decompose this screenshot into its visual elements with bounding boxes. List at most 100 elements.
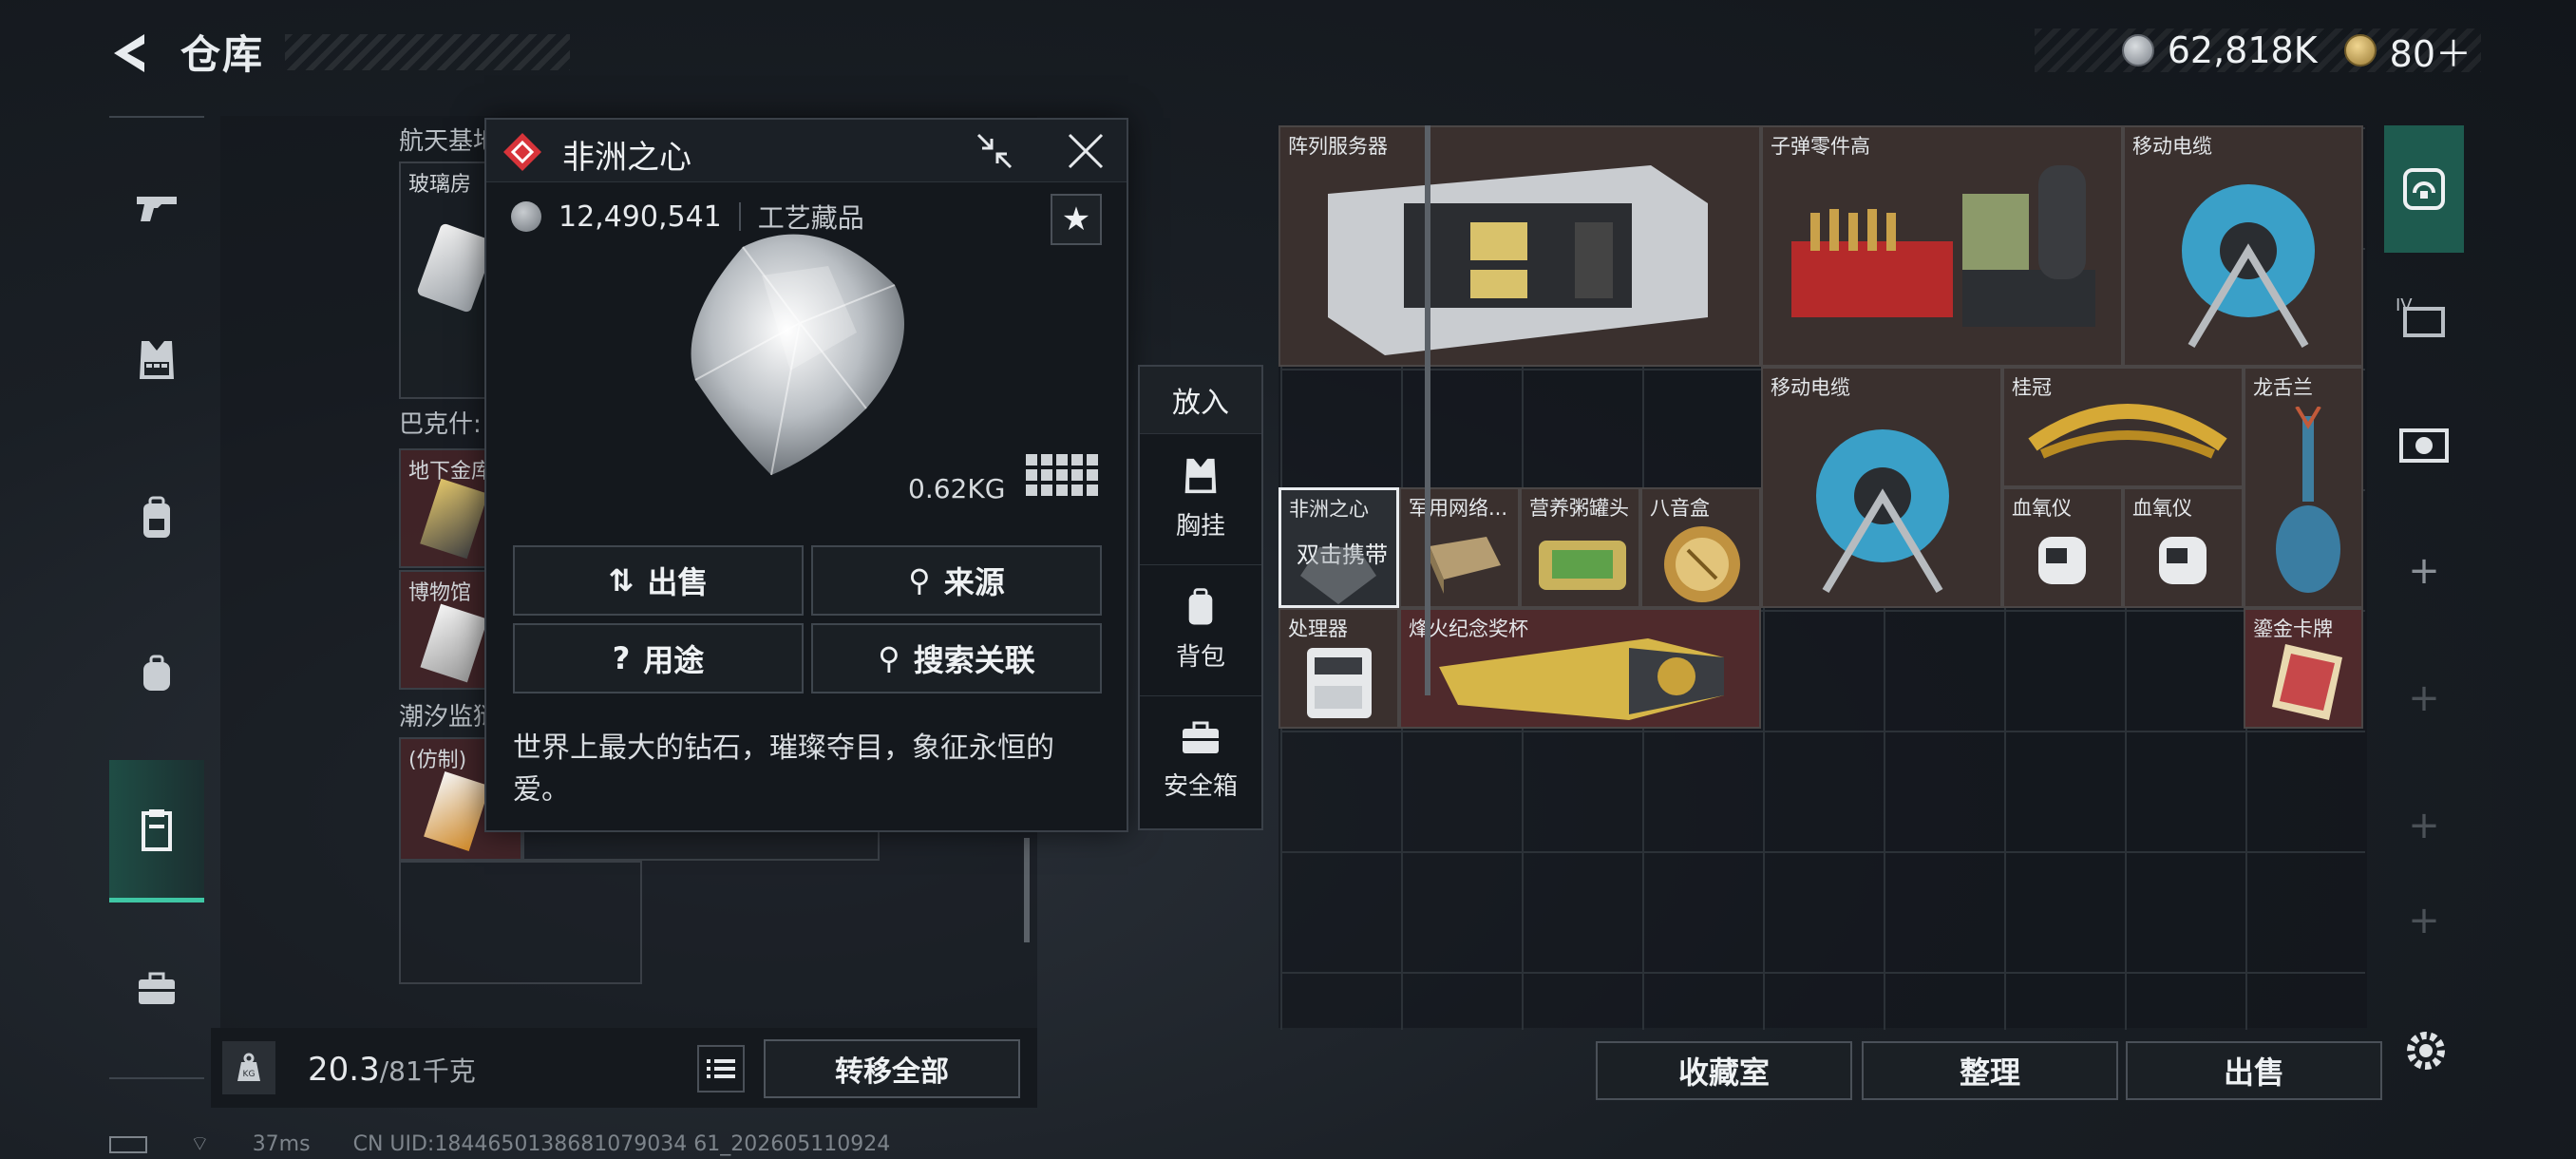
uid-text: CN UID:1844650138681079034 61_2026051109… (352, 1132, 891, 1156)
put-in-vest-button[interactable]: 胸挂 (1140, 433, 1261, 562)
collection-room-button[interactable]: 收藏室 (1596, 1041, 1852, 1100)
inventory-item-music-box[interactable]: 八音盒 (1640, 487, 1761, 608)
silver-coin-icon (511, 201, 541, 232)
favorite-star-button[interactable]: ★ (1051, 194, 1102, 245)
add-slot-button[interactable]: + (2384, 635, 2464, 762)
battery-icon (109, 1136, 147, 1153)
inventory-item-oximeter[interactable]: 血氧仪 (2123, 487, 2244, 608)
put-in-vest-label: 胸挂 (1175, 512, 1225, 541)
item-label: 龙舌兰 (2253, 376, 2313, 399)
silver-coin-icon (2121, 34, 2154, 66)
top-bar: 仓库 62,818K 80＋ (0, 0, 2576, 104)
camera-icon (2399, 428, 2449, 463)
organize-button[interactable]: 整理 (1862, 1041, 2118, 1100)
rail-item-vest[interactable] (109, 289, 204, 431)
add-slot-button[interactable]: + (2384, 762, 2464, 889)
inventory-item-ammo-parts[interactable]: 子弹零件高 (1761, 125, 2123, 367)
add-slot-button[interactable]: + (2384, 507, 2464, 635)
rail-item-backpack[interactable] (109, 446, 204, 589)
left-category-rail (109, 116, 204, 1079)
inventory-item-oximeter[interactable]: 血氧仪 (2002, 487, 2123, 608)
rail-item-briefcase[interactable] (109, 918, 204, 1060)
music-box-image (1664, 526, 1740, 602)
item-description: 世界上最大的钻石，璀璨夺目，象征永恒的爱。 (513, 732, 1054, 807)
oximeter-image (2159, 537, 2207, 584)
item-label: 八音盒 (1650, 497, 1710, 520)
item-label: 移动电缆 (1771, 376, 1850, 399)
plus-icon: + (2408, 676, 2440, 720)
inventory-item-trophy[interactable]: 烽火纪念奖杯 (1399, 608, 1761, 729)
sell-label: 出售 (647, 564, 709, 600)
inventory-item-lily[interactable]: 龙舌兰 (2244, 367, 2363, 608)
cable-reel-image (1816, 429, 1949, 594)
weight-readout: 20.3/81千克 (308, 1051, 476, 1089)
source-button[interactable]: ⚲ 来源 (811, 545, 1102, 616)
status-line: ⌔ 37ms CN UID:1844650138681079034 61_202… (109, 1130, 926, 1157)
page-title: 仓库 (180, 31, 265, 78)
collapse-icon[interactable] (973, 129, 1016, 173)
search-related-label: 搜索关联 (913, 642, 1035, 678)
inventory-item-crown[interactable]: 桂冠 (2002, 367, 2244, 487)
rarity-diamond-icon (502, 131, 543, 173)
briefcase-icon (139, 972, 175, 1004)
bulk-sell-button[interactable]: 出售 (2126, 1041, 2382, 1100)
add-slot-button[interactable]: + (2384, 889, 2464, 952)
safe-icon (2403, 168, 2445, 210)
safe-box-icon (1183, 721, 1219, 753)
inventory-item-can[interactable]: 营养粥罐头 (1520, 487, 1640, 608)
inventory-item-network[interactable]: 军用网络... (1399, 487, 1520, 608)
rail-item-level-four[interactable]: IV (2384, 253, 2464, 380)
item-label: 血氧仪 (2012, 497, 2072, 520)
transfer-all-button[interactable]: 转移全部 (764, 1039, 1020, 1098)
gold-currency-value[interactable]: 80＋ (2390, 25, 2472, 77)
right-container-rail: IV + + + + (2384, 125, 2464, 952)
item-detail-popup: 非洲之心 12,490,541 工艺藏品 ★ 0.62KG ⇅ 出售 ⚲ 来源 … (484, 118, 1128, 832)
vest-icon (140, 341, 174, 379)
search-related-button[interactable]: ⚲ 搜索关联 (811, 623, 1102, 694)
section-label: 巴克什: (399, 410, 482, 439)
plus-icon: + (2408, 804, 2440, 847)
rail-item-weapons[interactable] (109, 137, 204, 279)
back-arrow-icon[interactable] (104, 27, 158, 80)
inventory-item-processor[interactable]: 处理器 (1279, 608, 1399, 729)
inventory-item-heart-selected[interactable]: 非洲之心 双击携带 (1279, 487, 1399, 608)
title-decoration (285, 34, 570, 70)
source-label: 来源 (943, 564, 1005, 600)
item-weight: 0.62KG (908, 473, 1006, 504)
item-image (424, 771, 490, 851)
item-size-grid-icon (1026, 454, 1098, 496)
rail-item-inventory[interactable] (109, 760, 204, 902)
rail-item-camera[interactable] (2384, 380, 2464, 507)
inventory-item-gold-card[interactable]: 鎏金卡牌 (2244, 608, 2363, 729)
ammo-crate-image (1791, 165, 2095, 327)
item-label: 血氧仪 (2132, 497, 2192, 520)
gear-icon[interactable] (2399, 1024, 2453, 1077)
section-label: 潮汐监狱 (399, 703, 499, 732)
diamond-thumb-image (1300, 547, 1376, 604)
put-in-backpack-button[interactable]: 背包 (1140, 564, 1261, 694)
rail-item-small-backpack[interactable] (109, 602, 204, 745)
sell-button[interactable]: ⇅ 出售 (513, 545, 804, 616)
put-in-safe-box-button[interactable]: 安全箱 (1140, 695, 1261, 825)
usage-button[interactable]: ? 用途 (513, 623, 804, 694)
diamond-item-image (691, 234, 904, 476)
close-icon[interactable] (1064, 129, 1108, 173)
scrollbar[interactable] (1024, 838, 1030, 942)
inventory-item-cable[interactable]: 移动电缆 (1761, 367, 2002, 608)
cell-label: 玻璃房 (408, 173, 472, 197)
inventory-item-cable[interactable]: 移动电缆 (2123, 125, 2363, 367)
network-device-image (1430, 537, 1501, 594)
put-in-title: 放入 (1140, 367, 1261, 433)
gun-icon (137, 197, 177, 221)
backpack-icon (143, 496, 170, 538)
stash-cell-empty[interactable] (399, 861, 642, 984)
popup-title: 非洲之心 (562, 139, 691, 177)
item-label: 非洲之心 (1289, 498, 1369, 521)
rail-item-safe[interactable] (2384, 125, 2464, 253)
ping-text: 37ms (252, 1132, 311, 1156)
cell-label: (仿制) (408, 749, 467, 772)
list-view-button[interactable] (697, 1045, 745, 1092)
sell-icon: ⇅ (608, 562, 635, 598)
inventory-item-server[interactable]: 阵列服务器 (1279, 125, 1761, 367)
grid-scrollbar[interactable] (1425, 125, 1430, 695)
